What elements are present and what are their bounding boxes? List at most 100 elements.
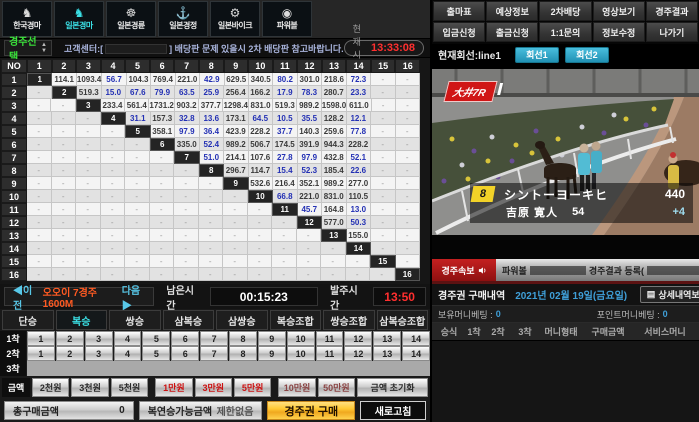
horse-number-button[interactable]: 9 <box>258 331 286 346</box>
horse-number-button[interactable]: 7 <box>200 346 228 361</box>
odds-cell: - <box>76 229 101 242</box>
horse-number-button[interactable]: 11 <box>316 331 344 346</box>
next-race-button[interactable]: 다음▶ <box>122 282 146 312</box>
purchase-table-header: 승식1착2착3착머니형태구매금액서비스머니환급금 <box>432 323 699 341</box>
matrix-col-header: 11 <box>273 59 298 73</box>
menu-button-예상정보[interactable]: 예상정보 <box>486 1 538 21</box>
horse-number-button[interactable]: 4 <box>114 331 142 346</box>
horse-number-button[interactable]: 8 <box>229 346 257 361</box>
line-button-2[interactable]: 회선2 <box>565 47 609 63</box>
horse-number-button[interactable]: 1 <box>27 331 55 346</box>
amount-button-7[interactable]: 10만원 <box>278 378 315 397</box>
bet-type-tab-6[interactable]: 복승조합 <box>270 310 322 330</box>
horse-number-button[interactable]: 14 <box>402 331 430 346</box>
buy-ticket-button[interactable]: 경주권 구매 <box>267 401 355 420</box>
amount-button-4[interactable]: 1만원 <box>155 378 192 397</box>
bet-type-tab-2[interactable]: 복승 <box>56 310 108 330</box>
pick-row-disabled <box>27 361 430 376</box>
nav-tab-4[interactable]: ⚓일본경정 <box>158 1 208 37</box>
odds-cell: - <box>52 268 77 281</box>
bet-type-tab-8[interactable]: 삼복승조합 <box>377 310 429 330</box>
menu-button-경주결과[interactable]: 경주결과 <box>646 1 698 21</box>
horse-number-button[interactable]: 13 <box>373 346 401 361</box>
nav-tab-6[interactable]: ◉파워볼 <box>262 1 312 37</box>
race-select-dropdown[interactable]: 경주선택 ▲▼ <box>4 40 52 56</box>
bet-type-tab-7[interactable]: 쌍승조합 <box>323 310 375 330</box>
horse-number-button[interactable]: 5 <box>142 346 170 361</box>
refresh-button[interactable]: 새로고침 <box>360 401 426 420</box>
menu-button-나가기[interactable]: 나가기 <box>646 22 698 42</box>
horse-number-button[interactable]: 13 <box>373 331 401 346</box>
odds-cell: - <box>27 242 52 255</box>
horse-number-button[interactable]: 11 <box>316 346 344 361</box>
nav-tab-3[interactable]: ☸일본경륜 <box>106 1 156 37</box>
odds-cell: 335.0 <box>175 138 200 151</box>
odds-cell: 629.5 <box>225 73 249 86</box>
odds-cell: - <box>76 216 101 229</box>
odds-cell: - <box>27 229 52 242</box>
odds-cell: - <box>125 242 150 255</box>
odds-cell: - <box>174 268 199 281</box>
nav-tab-5[interactable]: ⚙일본바이크 <box>210 1 260 37</box>
matrix-row-header: 16 <box>1 268 27 281</box>
detail-view-button[interactable]: ▤ 상세내역보기 <box>640 286 699 303</box>
menu-button-2차배당[interactable]: 2차배당 <box>539 1 591 21</box>
odds-cell: 352.1 <box>298 177 323 190</box>
amount-button-1[interactable]: 2천원 <box>32 378 69 397</box>
horse-number-button[interactable]: 3 <box>85 346 113 361</box>
odds-cell: - <box>101 164 126 177</box>
odds-cell: - <box>223 229 248 242</box>
menu-button-정보수정[interactable]: 정보수정 <box>593 22 645 42</box>
amount-button-3[interactable]: 5천원 <box>111 378 148 397</box>
amount-button-6[interactable]: 5만원 <box>234 378 271 397</box>
odds-cell: 97.9 <box>175 125 200 138</box>
line-button-1[interactable]: 회선1 <box>515 47 559 63</box>
bet-type-tab-4[interactable]: 삼복승 <box>163 310 215 330</box>
amount-button-8[interactable]: 50만원 <box>318 378 355 397</box>
odds-cell: - <box>396 229 421 242</box>
horse-number-button[interactable]: 7 <box>200 331 228 346</box>
nav-tab-2[interactable]: ♞일본경마 <box>54 1 104 37</box>
horse-number-button[interactable]: 6 <box>171 331 199 346</box>
horse-number-button[interactable]: 3 <box>85 331 113 346</box>
horse-number-button[interactable]: 12 <box>344 331 372 346</box>
odds-cell: - <box>52 151 77 164</box>
horse-number-button[interactable]: 4 <box>114 346 142 361</box>
menu-button-입금신청[interactable]: 입금신청 <box>433 22 485 42</box>
odds-cell: 110.5 <box>347 190 372 203</box>
nav-tab-label: 일본경마 <box>65 20 92 31</box>
odds-cell: - <box>76 242 101 255</box>
horse-number-button[interactable]: 14 <box>402 346 430 361</box>
matrix-row: 11----------1145.7164.813.0-- <box>1 203 420 216</box>
amount-button-5[interactable]: 3만원 <box>195 378 232 397</box>
horse-number-button[interactable]: 2 <box>56 346 84 361</box>
horse-number-button[interactable]: 12 <box>344 346 372 361</box>
menu-button-출금신청[interactable]: 출금신청 <box>486 22 538 42</box>
odds-cell: 280.7 <box>322 86 347 99</box>
horse-number-button[interactable]: 2 <box>56 331 84 346</box>
menu-button-영상보기[interactable]: 영상보기 <box>593 1 645 21</box>
purchase-history-header: 경주권 구매내역 2021년 02월 19일(금요일) ▤ 상세내역보기 <box>432 284 699 305</box>
prev-race-button[interactable]: ◀이전 <box>13 282 37 312</box>
bet-type-tab-1[interactable]: 단승 <box>2 310 54 330</box>
horse-number-button[interactable]: 6 <box>171 346 199 361</box>
amount-button-9[interactable]: 금액 초기화 <box>357 378 428 397</box>
menu-button-출마표[interactable]: 출마표 <box>433 1 485 21</box>
horse-number-button[interactable]: 8 <box>229 331 257 346</box>
bet-type-tab-3[interactable]: 쌍승 <box>109 310 161 330</box>
race-news-button[interactable]: 경주속보 <box>432 259 496 281</box>
spinner-arrows-icon[interactable]: ▲▼ <box>41 42 47 54</box>
nav-tab-1[interactable]: ♞한국경마 <box>2 1 52 37</box>
menu-button-1:1문의[interactable]: 1:1문의 <box>539 22 591 42</box>
amount-button-2[interactable]: 3천원 <box>71 378 108 397</box>
horse-number-button[interactable]: 9 <box>258 346 286 361</box>
horse-number-button[interactable]: 1 <box>27 346 55 361</box>
horse-number-button[interactable]: 5 <box>142 331 170 346</box>
bet-type-tab-5[interactable]: 삼쌍승 <box>216 310 268 330</box>
horse-number-button[interactable]: 10 <box>287 346 315 361</box>
odds-cell: - <box>297 229 322 242</box>
nav-tab-label: 한국경마 <box>13 20 40 31</box>
nav-tab-label: 일본바이크 <box>218 20 252 31</box>
odds-cell: - <box>125 255 150 268</box>
horse-number-button[interactable]: 10 <box>287 331 315 346</box>
